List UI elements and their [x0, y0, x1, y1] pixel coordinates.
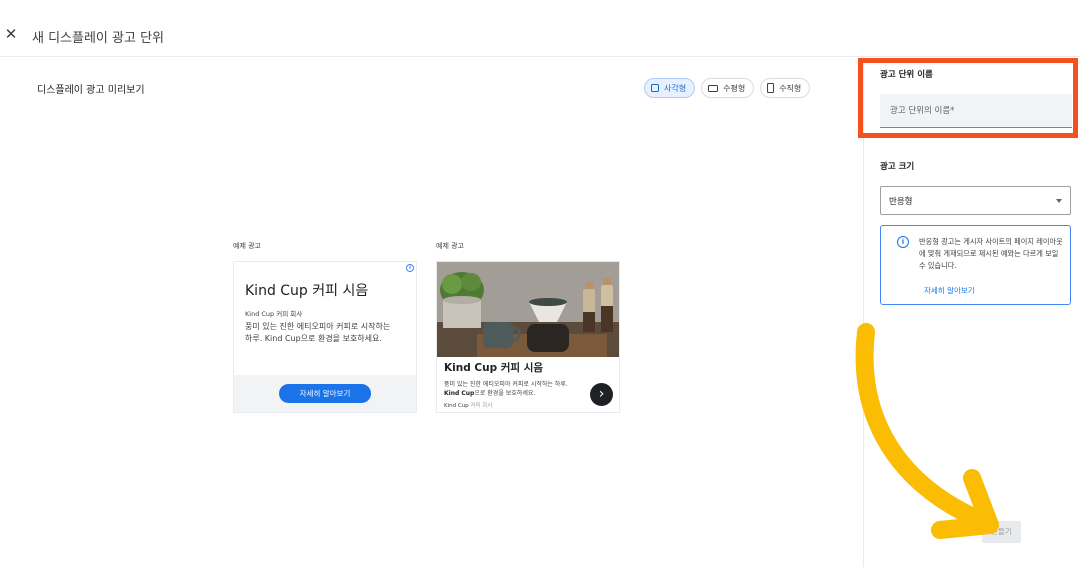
dropdown-caret-icon: [1056, 198, 1062, 203]
coffee-photo: [437, 262, 619, 357]
ad-size-label: 광고 크기: [880, 162, 915, 172]
ad-size-select[interactable]: 반응형: [880, 186, 1071, 215]
layout-toggle: 사각형 수평형 수직형: [644, 78, 811, 98]
page-title: 새 디스플레이 광고 단위: [32, 31, 164, 46]
layout-option-label: 수평형: [723, 83, 746, 93]
ad-cta-button[interactable]: 자세히 알아보기: [279, 384, 371, 403]
vertical-rect-icon: [767, 83, 775, 93]
ad-size-selected-value: 반응형: [889, 196, 913, 207]
layout-option-label: 수직형: [779, 83, 802, 93]
ad-description: 풍미 있는 진한 에티오피아 커피로 시작하는 하루. Kind Cup으로 환…: [444, 381, 568, 397]
info-icon: i: [897, 236, 909, 248]
close-icon[interactable]: ✕: [3, 26, 19, 42]
ad-advertiser: Kind Cup 커피 회사: [245, 310, 303, 318]
ad-label: 예제 광고: [233, 242, 261, 250]
cancel-button[interactable]: 취소: [940, 525, 955, 536]
adchoices-icon[interactable]: i: [406, 264, 414, 272]
top-bar: ✕ 새 디스플레이 광고 단위: [0, 0, 1080, 57]
layout-option-label: 사각형: [664, 83, 687, 93]
settings-panel: 광고 단위 이름 광고 크기 반응형 i 반응형 광고는 게시자 사이트의 페이…: [863, 57, 1080, 567]
preview-title: 디스플레이 광고 미리보기: [37, 85, 145, 96]
responsive-info-box: i 반응형 광고는 게시자 사이트의 페이지 레이아웃에 맞춰 게재되므로 제시…: [880, 225, 1071, 305]
ad-headline: Kind Cup 커피 시음: [245, 283, 369, 299]
info-text: 반응형 광고는 게시자 사이트의 페이지 레이아웃에 맞춰 게재되므로 제시된 …: [919, 237, 1063, 270]
learn-more-link[interactable]: 자세히 알아보기: [924, 285, 975, 296]
layout-option-horizontal[interactable]: 수평형: [701, 78, 755, 98]
layout-option-vertical[interactable]: 수직형: [760, 78, 811, 98]
layout-option-square[interactable]: 사각형: [644, 78, 696, 98]
square-icon: [651, 84, 659, 92]
text-ad-preview: i Kind Cup 커피 시음 Kind Cup 커피 회사 풍미 있는 진한…: [233, 261, 417, 413]
ad-advertiser: Kind Cup 커피 회사: [444, 403, 493, 409]
preview-area: 디스플레이 광고 미리보기 사각형 수평형 수직형 예제 광고 i Kind C…: [0, 57, 863, 567]
image-ad-preview: Kind Cup 커피 시음 풍미 있는 진한 에티오피아 커피로 시작하는 하…: [436, 261, 620, 413]
ad-footer: 자세히 알아보기: [234, 375, 416, 412]
create-button[interactable]: 만들기: [982, 521, 1021, 543]
chevron-right-icon[interactable]: ›: [590, 383, 613, 406]
ad-unit-name-label: 광고 단위 이름: [880, 70, 933, 80]
ad-unit-name-input[interactable]: [880, 94, 1072, 128]
ad-headline: Kind Cup 커피 시음: [444, 362, 544, 374]
horizontal-rect-icon: [708, 84, 719, 92]
ad-label: 예제 광고: [436, 242, 464, 250]
ad-description: 풍미 있는 진한 에티오피아 커피로 시작하는 하루. Kind Cup으로 환…: [245, 322, 391, 343]
